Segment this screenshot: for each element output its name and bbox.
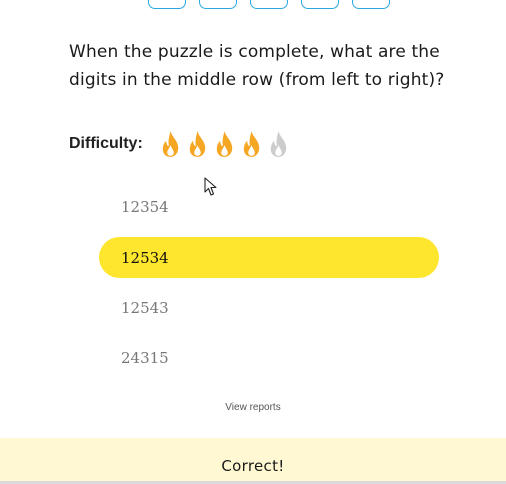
flame-icon [189, 131, 205, 157]
answer-choice[interactable]: 24315 [99, 337, 439, 378]
answer-choice-label: 12354 [121, 197, 169, 216]
answer-choice[interactable]: 12534 [99, 237, 439, 278]
view-reports-link[interactable]: View reports [0, 402, 506, 413]
grid-cell [301, 0, 339, 9]
answer-choice[interactable]: 12543 [99, 287, 439, 328]
grid-cell [352, 0, 390, 9]
mouse-cursor-icon [204, 177, 217, 196]
difficulty-rating: Difficulty: [69, 128, 292, 160]
flame-icon [216, 131, 232, 157]
grid-cell [250, 0, 288, 9]
answer-choice-label: 12534 [121, 248, 169, 267]
flame-icon [162, 131, 178, 157]
answer-choice-label: 24315 [121, 348, 169, 367]
result-text: Correct! [221, 457, 285, 475]
flame-icon [270, 131, 286, 157]
flame-rating [157, 130, 292, 158]
answer-choice[interactable]: 12354 [99, 186, 439, 227]
question-text: When the puzzle is complete, what are th… [69, 42, 445, 90]
answer-choice-label: 12543 [121, 298, 169, 317]
flame-icon [243, 131, 259, 157]
result-banner: Correct! [0, 438, 506, 484]
grid-cell [148, 0, 186, 9]
difficulty-label: Difficulty: [69, 135, 143, 152]
grid-cell [199, 0, 237, 9]
